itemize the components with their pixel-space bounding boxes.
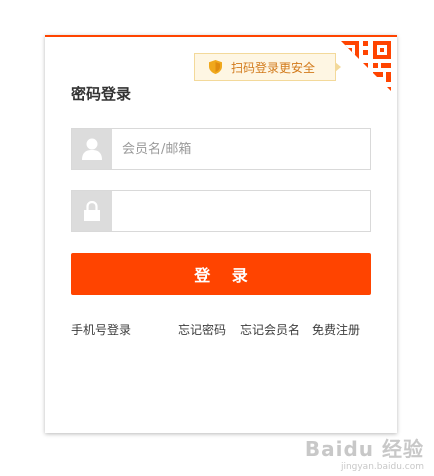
qr-login-tip-text: 扫码登录更安全 (231, 60, 316, 75)
password-icon-box (72, 191, 112, 231)
register-link[interactable]: 免费注册 (312, 321, 360, 338)
qr-code-icon (337, 37, 397, 97)
qr-login-tip[interactable]: 扫码登录更安全 (194, 53, 341, 81)
login-card: 扫码登录更安全 密码登录 会员名/邮箱 登 录 手机号登录 忘记密码 忘记会员名… (45, 35, 397, 433)
qr-code-toggle[interactable] (337, 37, 397, 97)
username-field[interactable] (71, 128, 371, 170)
card-title: 密码登录 (71, 85, 132, 103)
watermark-url: jingyan.baidu.com (340, 462, 424, 472)
shield-icon (209, 60, 222, 74)
username-icon-box (72, 129, 112, 169)
watermark-text: Baidu 经验 (304, 437, 424, 461)
phone-login-link[interactable]: 手机号登录 (71, 321, 131, 338)
watermark: Baidu 经验 jingyan.baidu.com (305, 433, 424, 472)
password-field[interactable] (71, 190, 371, 232)
login-button[interactable]: 登 录 (71, 253, 371, 295)
page: 扫码登录更安全 密码登录 会员名/邮箱 登 录 手机号登录 忘记密码 忘记会员名… (0, 0, 434, 476)
forgot-password-link[interactable]: 忘记密码 (178, 321, 226, 338)
forgot-username-link[interactable]: 忘记会员名 (240, 321, 300, 338)
password-input[interactable] (112, 191, 370, 231)
username-input[interactable] (112, 129, 370, 169)
lock-icon (84, 201, 100, 221)
user-icon (82, 138, 102, 160)
